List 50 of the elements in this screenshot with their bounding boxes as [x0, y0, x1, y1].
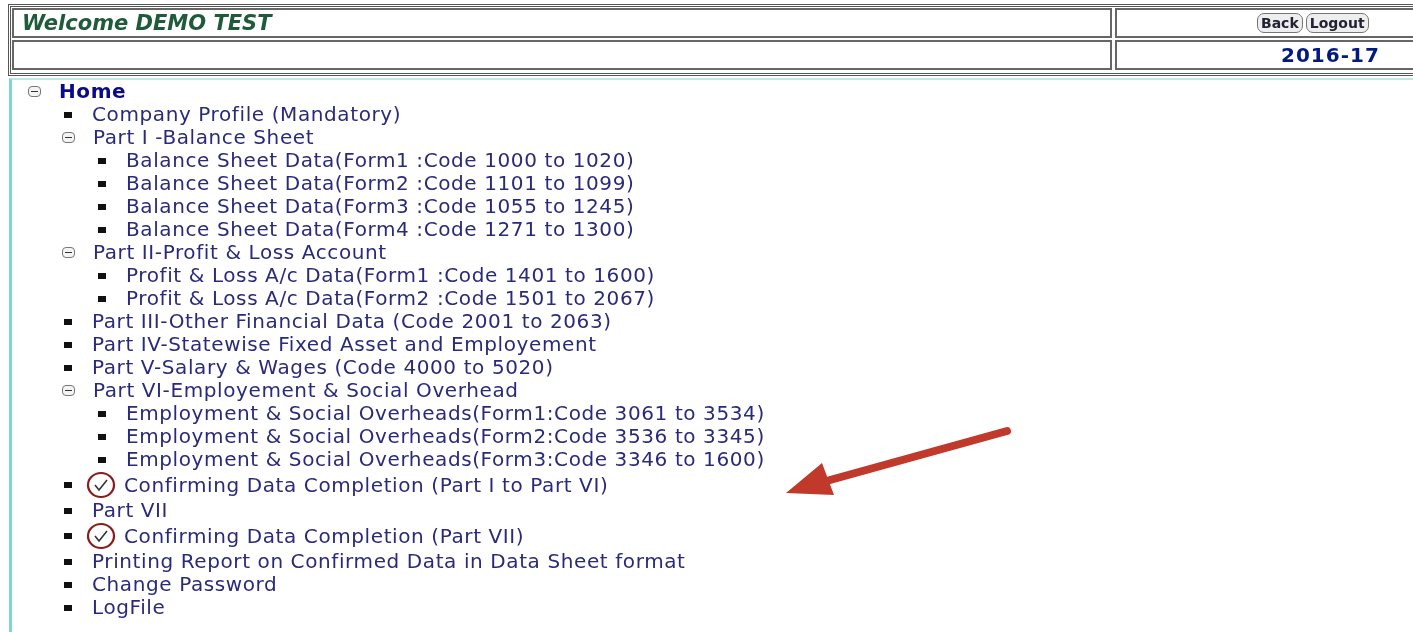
tree-link[interactable]: Part IV-Statewise Fixed Asset and Employement: [92, 333, 597, 356]
bullet-icon: [98, 410, 106, 417]
bullet-icon: [98, 157, 106, 164]
collapse-icon[interactable]: [62, 385, 75, 396]
tree-link[interactable]: Printing Report on Confirmed Data in Data Sheet format: [92, 550, 686, 573]
header-button[interactable]: Back: [1257, 13, 1303, 33]
bullet-icon: [98, 180, 106, 187]
tree-link[interactable]: Confirming Data Completion (Part VII): [124, 524, 525, 548]
tree-link[interactable]: Employment & Social Overheads(Form1:Code 3061 to 3534): [126, 402, 765, 425]
tree-link[interactable]: Profit & Loss A/c Data(Form1 :Code 1401 to 1600): [126, 264, 655, 287]
tree-link[interactable]: Balance Sheet Data(Form3 :Code 1055 to 1245): [126, 195, 635, 218]
tree-link[interactable]: Part I -Balance Sheet: [93, 126, 315, 149]
tree-link[interactable]: Balance Sheet Data(Form1 :Code 1000 to 1020): [126, 149, 635, 172]
tree-link[interactable]: Part II-Profit & Loss Account: [93, 241, 387, 264]
tree-link[interactable]: Employment & Social Overheads(Form2:Code 3536 to 3345): [126, 425, 765, 448]
tree-link[interactable]: Part III-Other Financial Data (Code 2001 to 2063): [92, 310, 612, 333]
bullet-icon: [98, 433, 106, 440]
bullet-icon: [98, 295, 106, 302]
bullet-icon: [64, 581, 72, 588]
bullet-icon: [64, 533, 72, 539]
bullet-icon: [64, 364, 72, 371]
bullet-icon: [64, 482, 72, 488]
welcome-text: Welcome DEMO TEST: [22, 11, 272, 35]
tree-link[interactable]: Company Profile (Mandatory): [92, 103, 402, 126]
bullet-icon: [64, 341, 72, 348]
tree-link[interactable]: Change Password: [92, 573, 278, 596]
collapse-icon[interactable]: [62, 247, 75, 258]
collapse-icon[interactable]: [28, 86, 41, 97]
header-button[interactable]: Logout: [1305, 13, 1369, 33]
tree-link[interactable]: Part VI-Employement & Social Overhead: [93, 379, 519, 402]
tree-link[interactable]: Home: [59, 80, 127, 103]
bullet-icon: [64, 558, 72, 565]
tree-link[interactable]: Balance Sheet Data(Form4 :Code 1271 to 1300): [126, 218, 635, 241]
tree-link[interactable]: Balance Sheet Data(Form2 :Code 1101 to 1099): [126, 172, 635, 195]
bullet-icon: [64, 111, 72, 118]
collapse-icon[interactable]: [62, 132, 75, 143]
tree-link[interactable]: Employment & Social Overheads(Form3:Code 3346 to 1600): [126, 448, 765, 471]
year-text: 2016-17: [1280, 43, 1380, 67]
bullet-icon: [98, 272, 106, 279]
tree-link[interactable]: Part VII: [92, 499, 169, 522]
bullet-icon: [64, 318, 72, 325]
tree-link[interactable]: LogFile: [92, 596, 166, 619]
bullet-icon: [98, 203, 106, 210]
bullet-icon: [98, 456, 106, 463]
bullet-icon: [64, 604, 72, 611]
tree-link[interactable]: Part V-Salary & Wages (Code 4000 to 5020): [92, 356, 554, 379]
tree-link[interactable]: Confirming Data Completion (Part I to Part VI): [124, 473, 609, 497]
tree-link[interactable]: Profit & Loss A/c Data(Form2 :Code 1501 to 2067): [126, 287, 655, 310]
bullet-icon: [64, 507, 72, 514]
bullet-icon: [98, 226, 106, 233]
